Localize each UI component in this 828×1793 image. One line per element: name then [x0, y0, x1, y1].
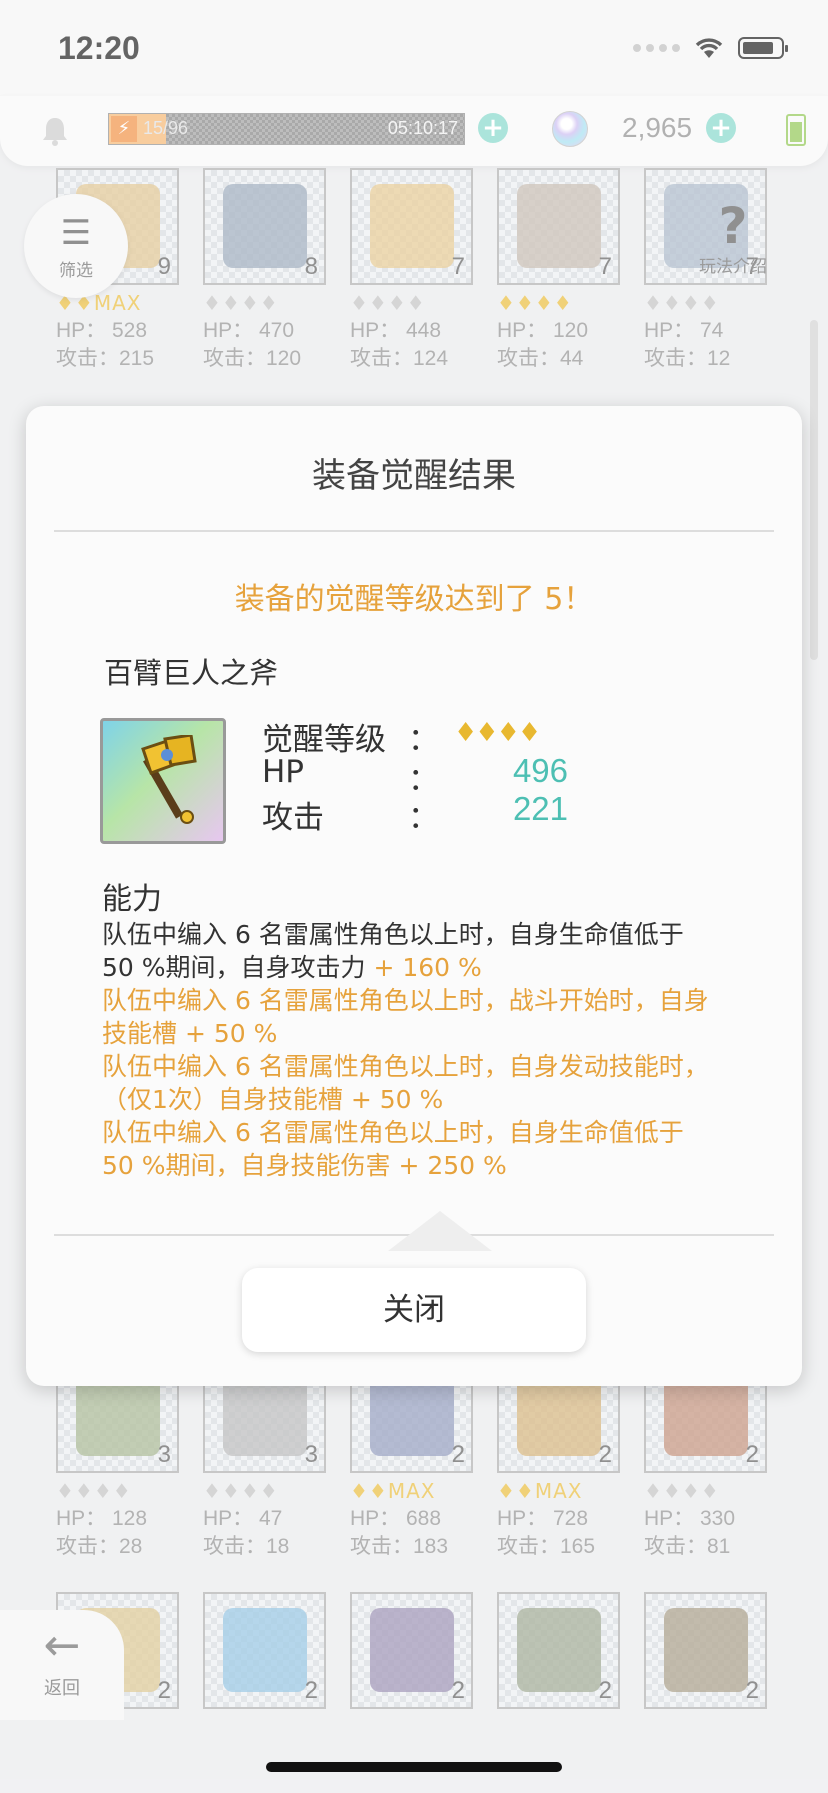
ability-text: 队伍中编入 6 名雷属性角色以上时，自身生命值低于: [102, 920, 684, 949]
item-name: 百臂巨人之斧: [104, 656, 279, 690]
awaken-message: 装备的觉醒等级达到了 5！: [234, 582, 594, 617]
awaken-result-dialog: 装备觉醒结果 装备的觉醒等级达到了 5！ 百臂巨人之斧 觉醒等级 ： ♦♦♦♦ …: [26, 406, 802, 1386]
ability-line: 队伍中编入 6 名雷属性角色以上时，自身发动技能时，: [102, 1050, 732, 1083]
colon: ：: [408, 800, 439, 836]
ability-title: 能力: [102, 882, 162, 917]
axe-icon: [141, 735, 197, 824]
ability-line: 队伍中编入 6 名雷属性角色以上时，战斗开始时，自身: [102, 984, 732, 1017]
ability-text: 队伍中编入 6 名雷属性角色以上时，自身生命值低于: [102, 1118, 684, 1147]
dialog-title: 装备觉醒结果: [312, 456, 516, 496]
hp-label: HP: [262, 754, 305, 790]
ability-text: 50 %期间，自身攻击力: [102, 953, 374, 982]
ability-line: （仅1次）自身技能槽 + 50 %: [102, 1083, 732, 1116]
ability-line: 50 %期间，自身攻击力 + 160 %: [102, 951, 732, 984]
ability-line: 50 %期间，自身技能伤害 + 250 %: [102, 1149, 732, 1182]
divider: [54, 530, 774, 532]
decorative-triangle: [388, 1211, 492, 1251]
ability-line: 队伍中编入 6 名雷属性角色以上时，自身生命值低于: [102, 1116, 732, 1149]
ability-list: 队伍中编入 6 名雷属性角色以上时，自身生命值低于 50 %期间，自身攻击力 + …: [102, 918, 732, 1182]
ability-text: 队伍中编入 6 名雷属性角色以上时，自身发动技能时，: [102, 1052, 709, 1081]
ability-text: 50 %期间，自身技能伤害 + 250 %: [102, 1151, 507, 1180]
ability-line: 队伍中编入 6 名雷属性角色以上时，自身生命值低于: [102, 918, 732, 951]
attack-value: 221: [512, 790, 568, 827]
ability-text: 队伍中编入 6 名雷属性角色以上时，战斗开始时，自身: [102, 986, 709, 1015]
home-indicator[interactable]: [266, 1762, 562, 1772]
awaken-stars: ♦♦♦♦: [454, 718, 541, 748]
close-button[interactable]: 关闭: [242, 1268, 586, 1352]
equipment-thumbnail: [100, 718, 226, 844]
ability-text: 技能槽 + 50 %: [102, 1019, 278, 1048]
colon: ：: [408, 722, 439, 758]
ability-text: （仅1次）自身技能槽 + 50 %: [102, 1085, 444, 1114]
ability-line: 技能槽 + 50 %: [102, 1017, 732, 1050]
hp-value: 496: [512, 752, 568, 789]
attack-label: 攻击: [262, 800, 324, 836]
awaken-level-label: 觉醒等级: [262, 722, 386, 758]
ability-highlight: + 160 %: [373, 953, 482, 982]
